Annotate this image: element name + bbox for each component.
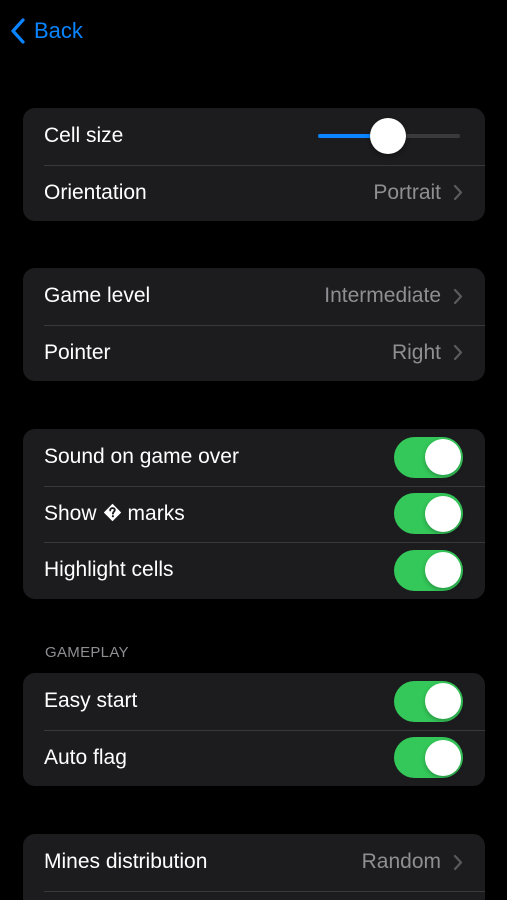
gameplay-settings-group: Easy start Auto flag	[23, 673, 485, 786]
sound-label: Sound on game over	[44, 445, 239, 469]
mines-distribution-value: Random	[361, 850, 441, 874]
chevron-right-icon	[453, 345, 463, 361]
pointer-label: Pointer	[44, 340, 111, 364]
toggle-knob	[424, 552, 461, 589]
orientation-label: Orientation	[44, 180, 147, 204]
gameplay-section-header: GAMEPLAY	[45, 644, 129, 661]
highlight-row: Highlight cells	[23, 542, 485, 599]
sound-toggle[interactable]	[394, 436, 463, 478]
easy-start-row: Easy start	[23, 673, 485, 730]
mines-distribution-label: Mines distribution	[44, 850, 208, 874]
auto-flag-row: Auto flag	[23, 729, 485, 787]
toggle-knob	[424, 739, 461, 776]
show-marks-row: Show marks	[23, 485, 485, 543]
orientation-value-group: Portrait	[373, 181, 463, 205]
show-marks-toggle[interactable]	[394, 493, 463, 535]
game-level-row[interactable]: Game level Intermediate	[23, 268, 485, 325]
cell-size-row: Cell size	[23, 108, 485, 165]
toggle-knob	[424, 683, 461, 720]
easy-start-label: Easy start	[44, 689, 138, 713]
easy-start-toggle[interactable]	[394, 680, 463, 722]
pointer-value: Right	[391, 340, 441, 364]
chevron-right-icon	[453, 854, 463, 870]
highlight-label: Highlight cells	[44, 558, 174, 582]
cell-size-slider[interactable]	[318, 118, 460, 155]
game-level-value-group: Intermediate	[324, 284, 463, 308]
highlight-toggle[interactable]	[394, 549, 463, 591]
feedback-settings-group: Sound on game over Show marks Highlight …	[23, 429, 485, 599]
mines-settings-group: Mines distribution Random	[23, 834, 485, 900]
sound-row: Sound on game over	[23, 429, 485, 486]
show-marks-label: Show marks	[44, 502, 185, 526]
navigation-bar: Back	[0, 0, 507, 62]
toggle-knob	[424, 439, 461, 476]
back-label: Back	[34, 18, 83, 43]
game-level-value: Intermediate	[324, 284, 441, 308]
show-marks-suffix: marks	[127, 501, 185, 525]
auto-flag-toggle[interactable]	[394, 737, 463, 779]
chevron-right-icon	[453, 288, 463, 304]
game-settings-group: Game level Intermediate Pointer Right	[23, 268, 485, 381]
auto-flag-label: Auto flag	[44, 745, 127, 769]
slider-thumb[interactable]	[369, 118, 406, 155]
question-diamond-icon	[103, 503, 121, 521]
mines-distribution-value-group: Random	[362, 850, 463, 874]
chevron-right-icon	[453, 185, 463, 201]
orientation-row[interactable]: Orientation Portrait	[23, 164, 485, 222]
cell-size-label: Cell size	[44, 124, 124, 148]
toggle-knob	[424, 495, 461, 532]
game-level-label: Game level	[44, 284, 151, 308]
mines-next-row-partial	[23, 890, 485, 900]
pointer-row[interactable]: Pointer Right	[23, 324, 485, 382]
mines-distribution-row[interactable]: Mines distribution Random	[23, 834, 485, 891]
pointer-value-group: Right	[392, 341, 463, 365]
orientation-value: Portrait	[373, 180, 441, 204]
display-settings-group: Cell size Orientation Portrait	[23, 108, 485, 221]
show-marks-prefix: Show	[44, 501, 97, 525]
chevron-left-icon	[11, 18, 25, 44]
back-button[interactable]: Back	[10, 14, 83, 48]
